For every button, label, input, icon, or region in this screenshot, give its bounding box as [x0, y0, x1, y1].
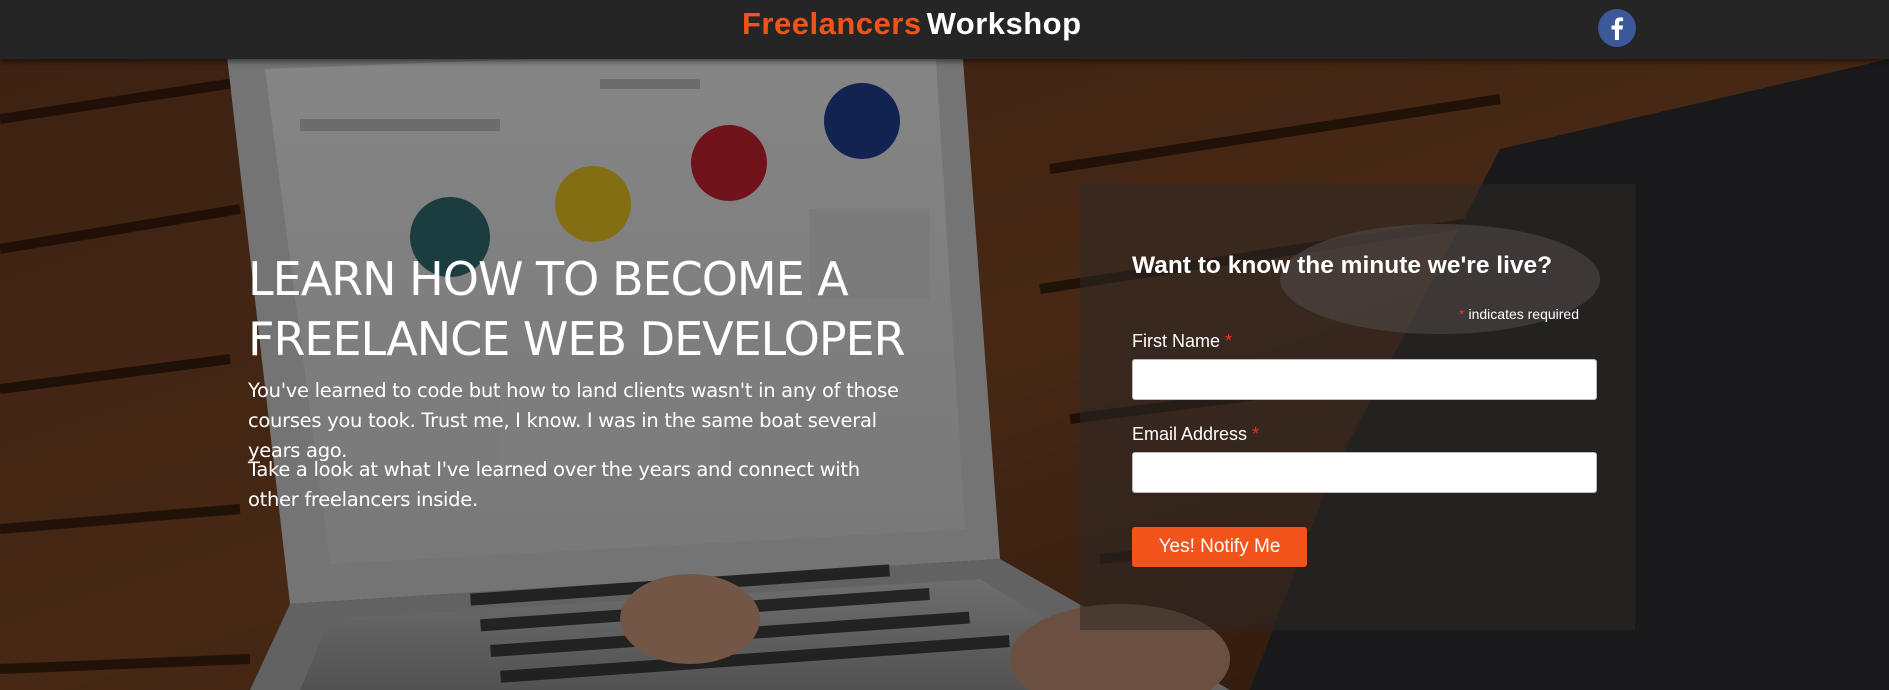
first-name-label: First Name *	[1132, 331, 1232, 352]
logo-word-workshop: Workshop	[926, 6, 1082, 41]
hero-paragraph-2: Take a look at what I've learned over th…	[248, 458, 860, 511]
required-asterisk: *	[1459, 306, 1465, 322]
hero-paragraph-1: You've learned to code but how to land c…	[248, 379, 899, 462]
first-name-label-text: First Name	[1132, 331, 1221, 351]
required-asterisk: *	[1225, 331, 1233, 351]
hero-headline: LEARN HOW TO BECOME A FREELANCE WEB DEVE…	[248, 252, 906, 366]
required-note-text: indicates required	[1468, 306, 1579, 322]
form-title: Want to know the minute we're live?	[1132, 252, 1553, 279]
email-input[interactable]	[1132, 452, 1597, 493]
email-label-text: Email Address	[1132, 424, 1248, 444]
site-header: Freelancers Workshop	[0, 0, 1889, 59]
facebook-icon[interactable]	[1598, 9, 1636, 47]
required-asterisk: *	[1252, 424, 1260, 444]
first-name-input[interactable]	[1132, 359, 1597, 400]
email-label: Email Address *	[1132, 424, 1259, 445]
logo-word-freelancers: Freelancers	[742, 6, 922, 41]
notify-me-button[interactable]: Yes! Notify Me	[1132, 527, 1307, 567]
required-note: * indicates required	[1459, 306, 1579, 322]
site-logo[interactable]: Freelancers Workshop	[742, 6, 1082, 46]
signup-form-panel: Want to know the minute we're live? * in…	[1080, 184, 1635, 630]
